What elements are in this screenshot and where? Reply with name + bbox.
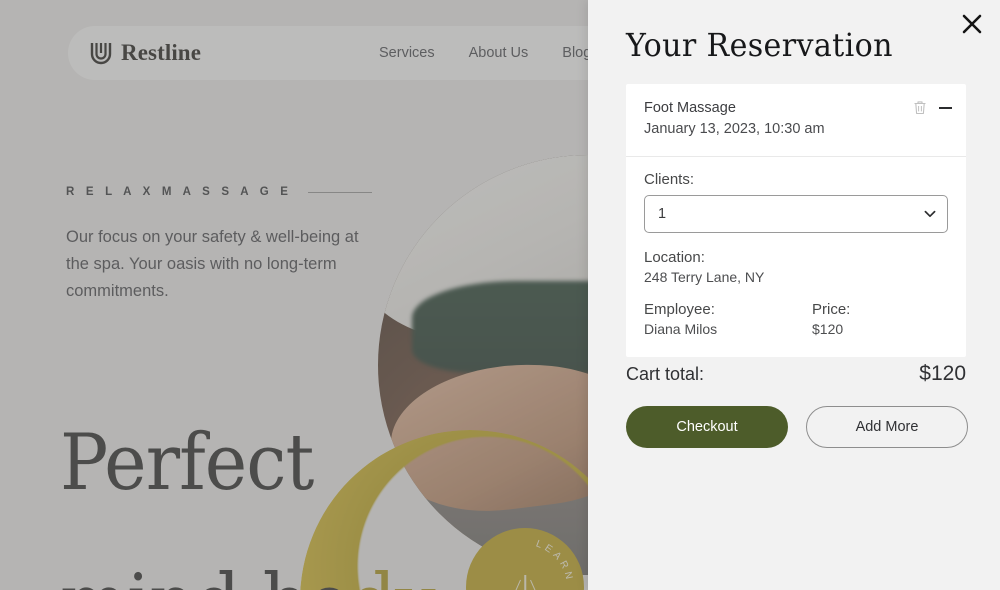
panel-title: Your Reservation: [626, 26, 893, 64]
nav-label: Services: [379, 45, 435, 61]
nav-label: Blog: [562, 45, 592, 61]
headline-line-2-dark: mind-bo: [60, 558, 351, 590]
hero-eyebrow: R E L A X M A S S A G E: [66, 186, 373, 198]
reservation-card: Foot Massage January 13, 2023, 10:30 am …: [626, 84, 966, 357]
reservation-card-actions: [913, 100, 952, 115]
location-value: 248 Terry Lane, NY: [644, 269, 765, 285]
checkout-button[interactable]: Checkout: [626, 406, 788, 448]
clients-selected-value: 1: [658, 206, 667, 222]
price-value: $120: [812, 321, 844, 337]
employee-block: Employee: Diana Milos: [644, 301, 812, 337]
cart-total-row: Cart total: $120: [626, 362, 966, 386]
add-more-button[interactable]: Add More: [806, 406, 968, 448]
cart-total-label: Cart total:: [626, 364, 705, 384]
reservation-panel: Your Reservation Foot Massage January 13…: [588, 0, 1000, 590]
panel-action-buttons: Checkout Add More: [626, 406, 968, 448]
employee-price-row: Employee: Diana Milos Price: $120: [644, 301, 948, 337]
clients-label: Clients:: [644, 171, 695, 188]
employee-label: Employee:: [644, 301, 715, 318]
learn-more-badge[interactable]: LEARN MORE LE: [466, 528, 584, 590]
employee-value: Diana Milos: [644, 321, 718, 337]
hero-lede: Our focus on your safety & well-being at…: [66, 228, 359, 300]
price-block: Price: $120: [812, 301, 850, 337]
clients-select-wrapper: 1: [644, 195, 948, 233]
brand-name: Restline: [121, 40, 202, 65]
nav-label: About Us: [468, 45, 529, 61]
brand-logo[interactable]: Restline: [90, 40, 201, 66]
clients-select[interactable]: 1: [644, 195, 948, 233]
reservation-card-body: Clients: 1 Location: 248 Terry Lane, NY …: [626, 157, 966, 357]
headline-line-2-gold: dy: [350, 558, 436, 590]
screen: LEARN MORE LE Restline Services: [0, 0, 1000, 590]
svg-text:LEARN MORE LE: LEARN MORE LE: [517, 539, 575, 590]
cart-total-value: $120: [919, 362, 966, 385]
service-datetime: January 13, 2023, 10:30 am: [644, 121, 825, 137]
hero-eyebrow-text: R E L A X M A S S A G E: [66, 186, 293, 198]
location-block: Location: 248 Terry Lane, NY: [644, 249, 948, 285]
price-label: Price:: [812, 301, 851, 318]
hero-headline: Perfect mind-body harmony: [60, 358, 436, 590]
nav-item-services[interactable]: Services: [379, 45, 435, 61]
close-icon: [962, 14, 982, 34]
minus-icon[interactable]: [939, 106, 952, 109]
nav-item-about-us[interactable]: About Us: [469, 45, 529, 61]
plant-sprout-icon: [524, 575, 526, 590]
close-panel-button[interactable]: [954, 6, 990, 42]
trash-icon[interactable]: [913, 100, 927, 115]
arc-logo-icon: [90, 43, 112, 65]
nav-links: Services About Us Blog: [379, 45, 607, 61]
headline-line-1: Perfect: [60, 418, 314, 508]
reservation-card-header: Foot Massage January 13, 2023, 10:30 am: [626, 84, 966, 157]
service-name: Foot Massage: [644, 100, 736, 116]
hero-eyebrow-rule: [308, 191, 373, 193]
location-label: Location:: [644, 249, 705, 266]
